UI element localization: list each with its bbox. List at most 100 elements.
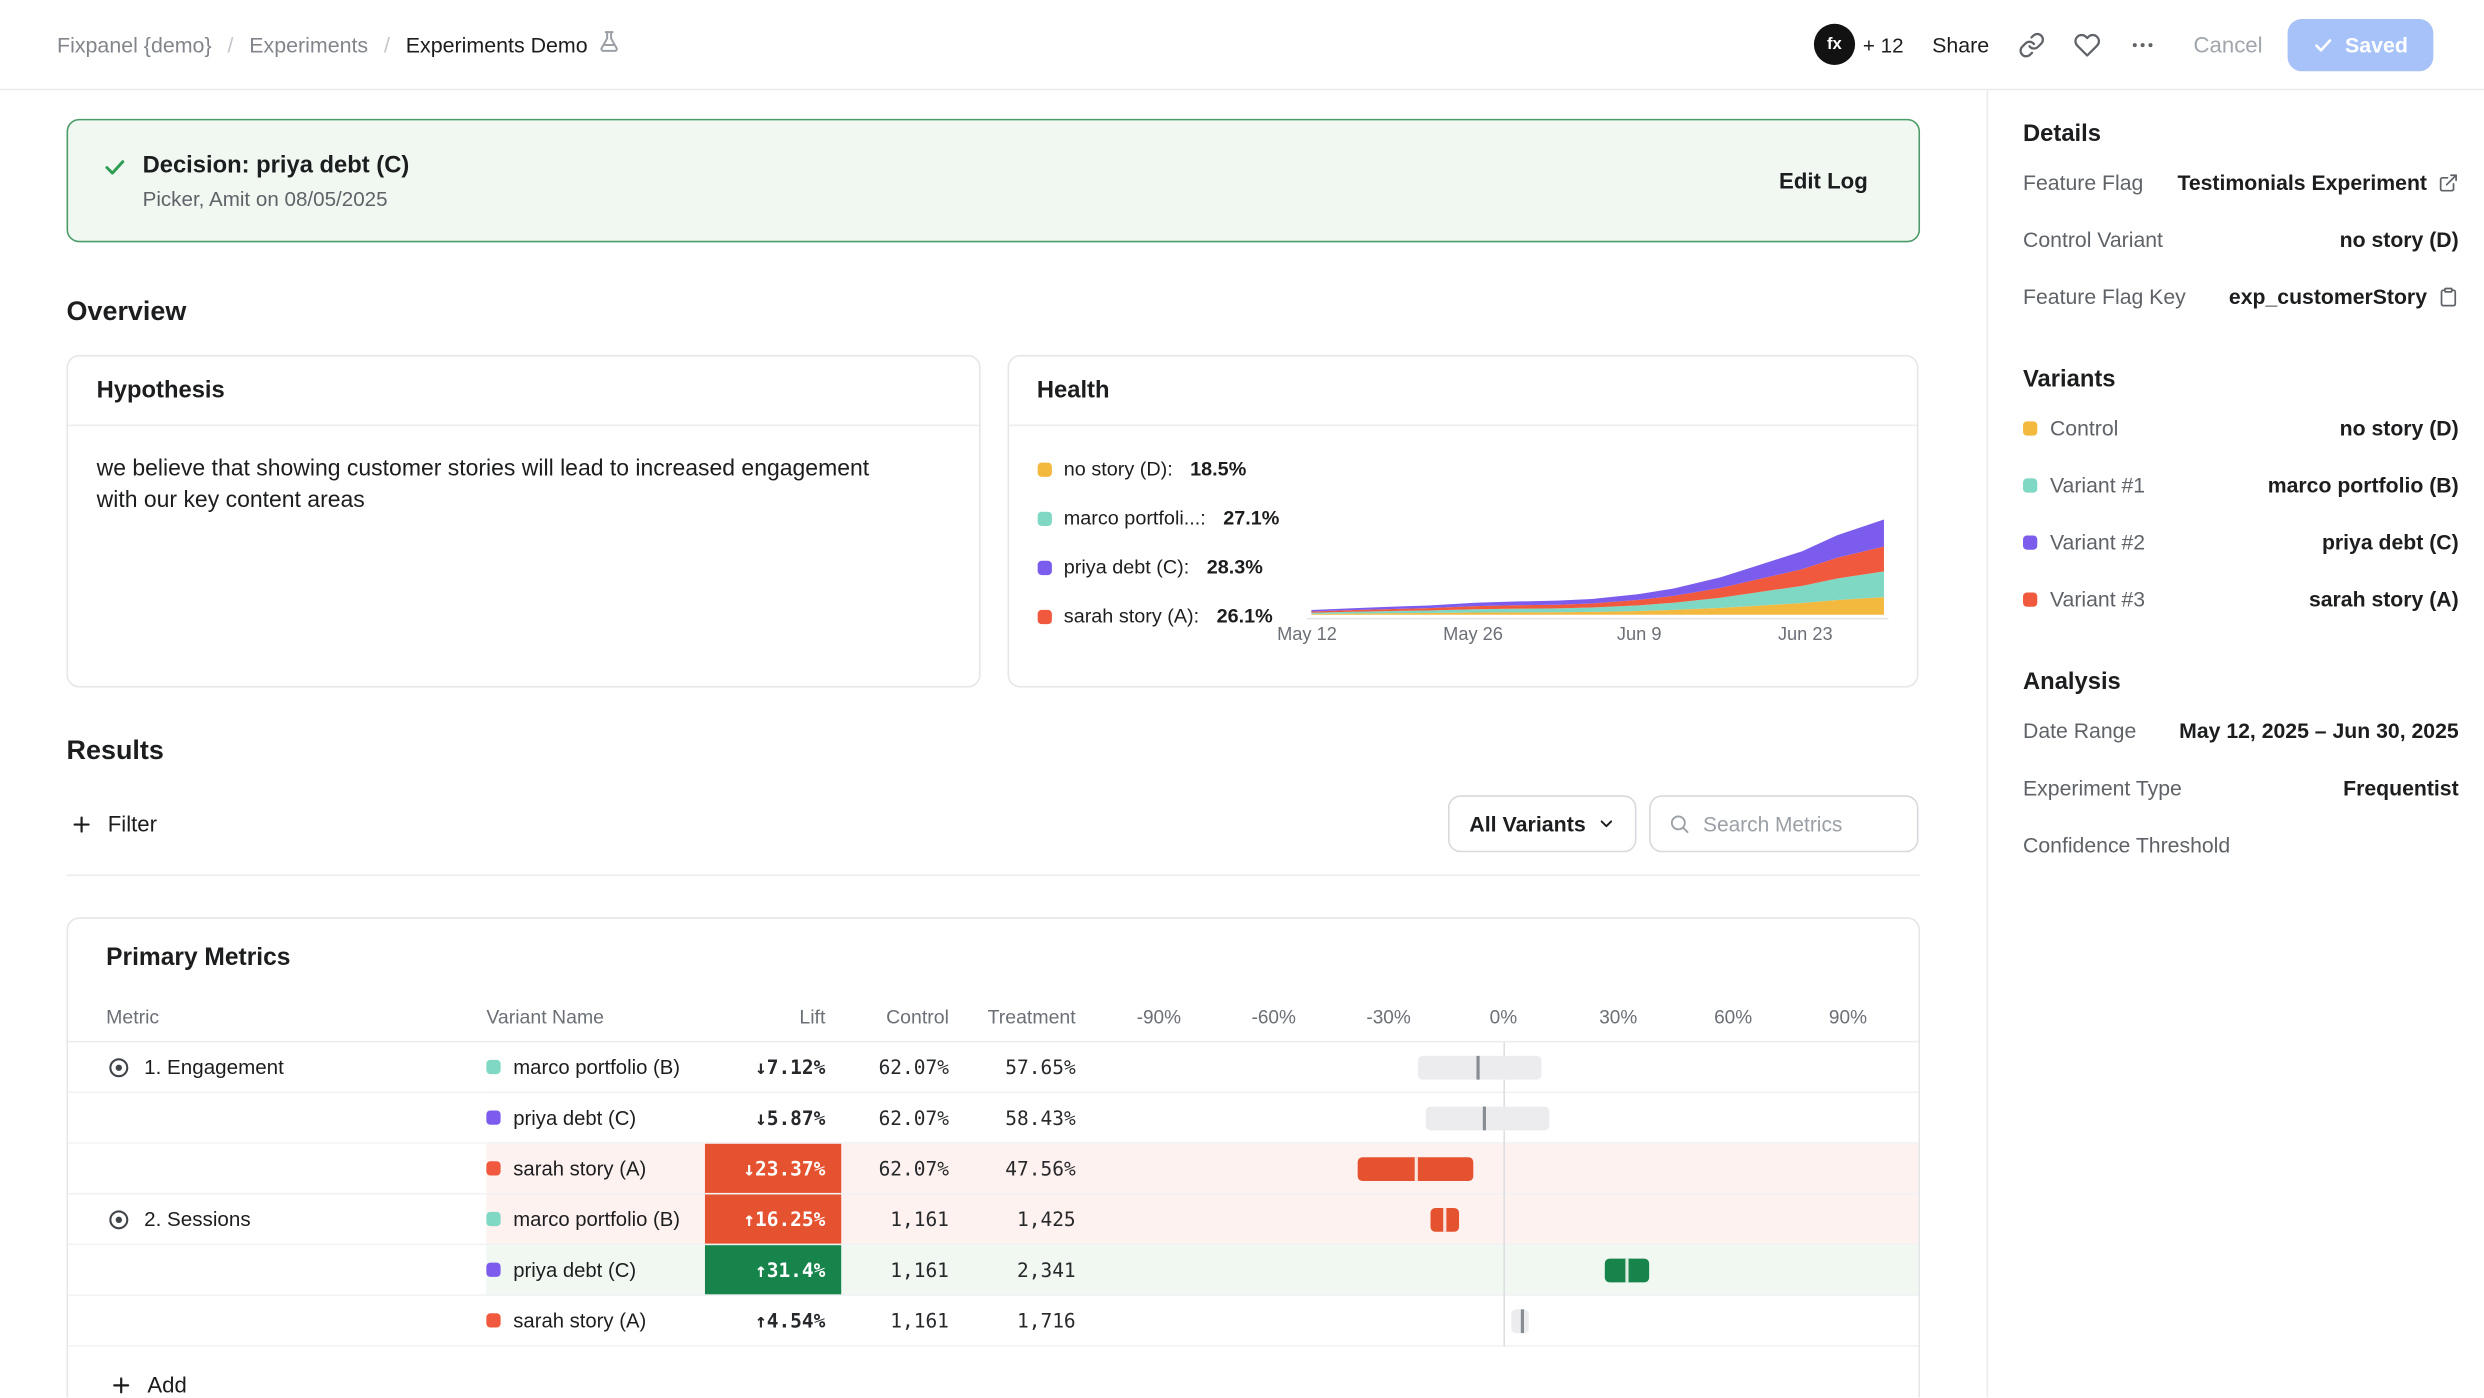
confidence-interval-bar [1511,1309,1529,1333]
experiments-page: Fixpanel {demo} / Experiments / Experime… [0,0,2484,1397]
search-metrics-input[interactable] [1703,812,1890,836]
metric-label: 2. Sessions [144,1207,250,1231]
add-metric-button[interactable]: Add [68,1347,1918,1398]
metric-row[interactable]: sarah story (A)↑4.54%1,1611,716 [68,1296,1918,1347]
metric-row[interactable]: 1. Engagementmarco portfolio (B)↓7.12%62… [68,1042,1918,1093]
variant-name: marco portfolio (B) [513,1207,680,1231]
control-value: 62.07% [841,1093,968,1142]
legend-pct: 28.3% [1207,556,1263,578]
detail-label: Control Variant [2023,227,2163,251]
variant-label: Variant #2 [2050,530,2145,554]
metric-cell [68,1093,486,1142]
overview-heading: Overview [67,296,1919,328]
details-heading: Details [2023,120,2459,147]
variant-swatch [486,1212,500,1226]
saved-button[interactable]: Saved [2288,18,2433,70]
ci-chart-cell [1095,1144,1919,1193]
lift-estimate-tick [1482,1106,1485,1130]
lift-estimate-tick [1521,1309,1524,1333]
analysis-value: May 12, 2025 – Jun 30, 2025 [2179,718,2459,742]
variant-name: sarah story (A) [513,1156,646,1180]
avatar[interactable]: fx [1814,24,1855,65]
target-icon [106,1206,131,1231]
variant-filter-dropdown[interactable]: All Variants [1449,795,1637,852]
cancel-button[interactable]: Cancel [2194,32,2263,57]
treatment-value: 47.56% [968,1144,1095,1193]
health-title: Health [1008,356,1917,426]
metric-row[interactable]: priya debt (C)↑31.4%1,1612,341 [68,1245,1918,1296]
metric-label: 1. Engagement [144,1055,284,1079]
ci-chart-cell [1095,1194,1919,1243]
primary-metrics-title: Primary Metrics [68,919,1918,992]
variant-cell: sarah story (A) [486,1296,705,1345]
metric-row[interactable]: 2. Sessionsmarco portfolio (B)↑16.25%1,1… [68,1194,1918,1245]
details-sidebar: Details Feature Flag Testimonials Experi… [1988,90,2484,1397]
favorite-heart-icon[interactable] [2073,31,2100,58]
breadcrumb-separator: / [227,32,233,56]
top-actions: fx + 12 Share Cancel Saved [1814,18,2434,70]
breadcrumb-current: Experiments Demo [406,30,621,59]
legend-item: no story (D):18.5% [1037,458,1917,480]
health-card: Health no story (D):18.5% marco portfoli… [1007,355,1919,688]
legend-swatch [1037,560,1051,574]
legend-label: priya debt (C): [1064,556,1189,578]
analysis-label: Experiment Type [2023,775,2182,799]
top-bar: Fixpanel {demo} / Experiments / Experime… [0,0,2484,90]
control-value: 1,161 [841,1296,968,1345]
variant-name: priya debt (C) [513,1106,636,1130]
analysis-row-date-range: Date Range May 12, 2025 – Jun 30, 2025 [2023,702,2459,759]
breadcrumb-experiments[interactable]: Experiments [249,32,368,56]
control-value: 1,161 [841,1194,968,1243]
variant-name: priya debt (C) [513,1258,636,1282]
hypothesis-card: Hypothesis we believe that showing custo… [67,355,980,688]
variant-swatch [486,1263,500,1277]
detail-value: exp_customerStory [2229,284,2427,308]
variant-value: no story (D) [2340,416,2459,440]
add-filter-button[interactable]: Filter [67,811,157,836]
analysis-row-experiment-type: Experiment Type Frequentist [2023,759,2459,816]
collaborator-count[interactable]: + 12 [1863,32,1904,56]
target-icon [106,1054,131,1079]
variant-swatch [486,1313,500,1327]
variant-filter-label: All Variants [1469,812,1586,836]
plus-icon [70,812,94,836]
detail-row-feature-flag-key: Feature Flag Key exp_customerStory [2023,268,2459,325]
treatment-value: 57.65% [968,1042,1095,1091]
treatment-value: 2,341 [968,1245,1095,1294]
metric-cell [68,1296,486,1345]
lift-estimate-tick [1625,1258,1628,1282]
add-label: Add [147,1372,186,1397]
col-treatment: Treatment [968,1005,1095,1027]
share-button[interactable]: Share [1932,32,1989,56]
chevron-down-icon [1597,814,1616,833]
hypothesis-body: we believe that showing customer stories… [68,426,923,545]
axis-tick-label: -60% [1252,1005,1296,1027]
confidence-interval-bar [1605,1258,1649,1282]
copy-clipboard-icon[interactable] [2438,286,2459,307]
x-axis-label: Jun 9 [1617,626,1662,645]
control-value: 1,161 [841,1245,968,1294]
col-control: Control [841,1005,968,1027]
analysis-row-confidence-threshold: Confidence Threshold [2023,816,2459,873]
lift-estimate-tick [1443,1207,1446,1231]
analysis-label: Date Range [2023,718,2136,742]
metrics-rows: 1. Engagementmarco portfolio (B)↓7.12%62… [68,1042,1918,1346]
main-content: Decision: priya debt (C) Picker, Amit on… [0,90,1988,1397]
edit-log-button[interactable]: Edit Log [1779,168,1868,193]
detail-value: Testimonials Experiment [2177,170,2427,194]
metric-row[interactable]: priya debt (C)↓5.87%62.07%58.43% [68,1093,1918,1144]
variant-label: Variant #1 [2050,473,2145,497]
more-options-icon[interactable] [2129,31,2156,58]
metric-row[interactable]: sarah story (A)↓23.37%62.07%47.56% [68,1144,1918,1195]
legend-swatch [1037,462,1051,476]
variant-swatch [2023,592,2037,606]
variant-swatch [486,1161,500,1175]
breadcrumb-project[interactable]: Fixpanel {demo} [57,32,212,56]
copy-link-icon[interactable] [2018,31,2045,58]
variant-row: Control no story (D) [2023,399,2459,456]
external-link-icon[interactable] [2438,172,2459,193]
legend-swatch [1037,609,1051,623]
metric-cell [68,1245,486,1294]
variant-cell: sarah story (A) [486,1144,705,1193]
detail-label: Feature Flag Key [2023,284,2186,308]
